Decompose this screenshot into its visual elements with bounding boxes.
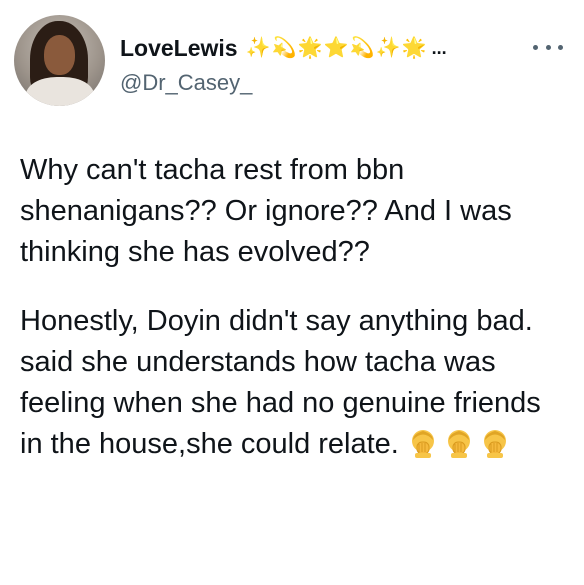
more-options-icon[interactable] bbox=[533, 40, 563, 54]
star-icon: ⭐ bbox=[323, 37, 349, 59]
dizzy-icon: 💫 bbox=[271, 37, 297, 59]
person-facepalming-icon bbox=[483, 430, 506, 458]
more-dot bbox=[545, 44, 551, 50]
sparkles-icon: ✨ bbox=[245, 37, 271, 59]
person-facepalming-icon bbox=[411, 430, 434, 458]
tweet-paragraph: Why can't tacha rest from bbn shenanigan… bbox=[20, 154, 512, 268]
more-dot bbox=[533, 44, 538, 50]
sparkles-icon: ✨ bbox=[375, 37, 401, 59]
more-dot bbox=[558, 44, 563, 50]
dizzy-icon: 💫 bbox=[349, 37, 375, 59]
avatar-body bbox=[26, 77, 94, 106]
avatar-face bbox=[44, 35, 75, 75]
profile-avatar[interactable] bbox=[14, 15, 105, 106]
display-name[interactable]: LoveLewis bbox=[120, 35, 238, 62]
name-truncation: ... bbox=[431, 37, 447, 58]
tweet-paragraph: Honestly, Doyin didn't say anything bad.… bbox=[20, 301, 568, 465]
glowing-star-icon: 🌟 bbox=[401, 37, 427, 59]
person-facepalming-icon bbox=[447, 430, 470, 458]
author-name-row[interactable]: LoveLewis ✨ 💫 🌟 ⭐ 💫 ✨ 🌟 ... bbox=[120, 32, 447, 64]
author-handle[interactable]: @Dr_Casey_ bbox=[120, 70, 252, 96]
glowing-star-icon: 🌟 bbox=[297, 37, 323, 59]
